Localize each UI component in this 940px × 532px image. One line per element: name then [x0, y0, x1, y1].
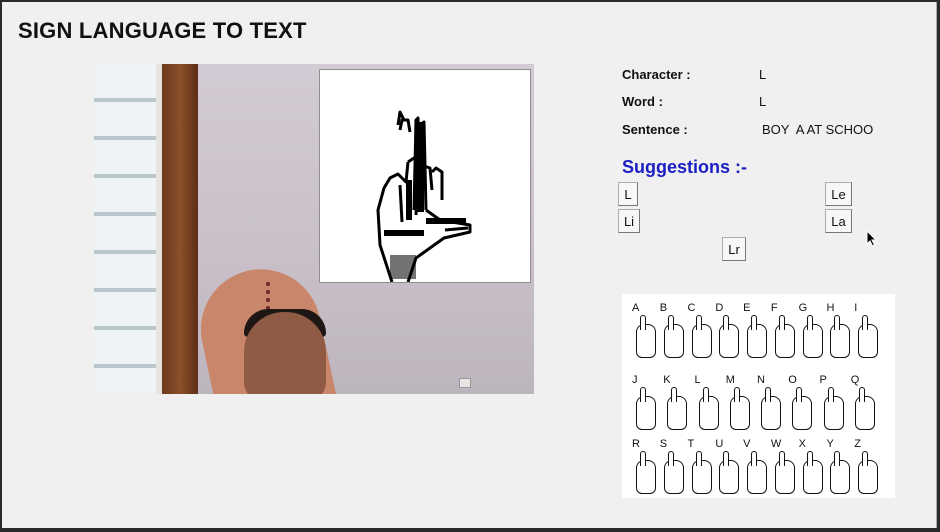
asl-hand-d-icon — [719, 315, 740, 358]
asl-letter-i: I — [854, 302, 858, 314]
asl-alphabet-chart: A B C D E F G H I J K L M N O P Q R S T U V W X Y Z — [622, 294, 895, 498]
asl-hand-w-icon — [774, 451, 795, 494]
camera-person-head — [244, 312, 326, 394]
suggestion-button-3[interactable]: Li — [618, 209, 640, 233]
sentence-label: Sentence : — [622, 122, 688, 137]
asl-hand-v-icon — [747, 451, 768, 494]
word-value: L — [759, 94, 767, 109]
asl-letter-j: J — [632, 374, 638, 386]
asl-letter-n: N — [757, 374, 765, 386]
asl-letter-x: X — [798, 438, 806, 450]
asl-letter-l: L — [694, 374, 701, 386]
asl-letter-h: H — [826, 302, 835, 314]
asl-hand-c-icon — [691, 315, 712, 358]
asl-hand-k-icon — [667, 387, 688, 430]
asl-letter-a: A — [632, 302, 640, 314]
asl-letter-k: K — [663, 374, 671, 386]
asl-letter-y: Y — [826, 438, 834, 450]
asl-letter-g: G — [798, 302, 808, 314]
asl-hand-o-icon — [792, 387, 813, 430]
asl-letter-b: B — [659, 302, 668, 314]
asl-hand-h-icon — [830, 315, 851, 358]
asl-hand-y-icon — [830, 451, 851, 494]
asl-hand-s-icon — [663, 451, 684, 494]
camera-window-scene — [94, 64, 162, 394]
camera-door-frame — [162, 64, 198, 394]
camera-feed — [94, 64, 534, 394]
suggestions-title: Suggestions :- — [622, 157, 747, 177]
asl-letter-q: Q — [850, 374, 860, 386]
asl-hand-b-icon — [663, 315, 684, 358]
asl-hand-q-icon — [854, 387, 875, 430]
asl-hand-p-icon — [823, 387, 844, 430]
app-window: SIGN LANGUAGE TO TEXT Character: L Word… — [2, 2, 937, 528]
asl-letter-w: W — [770, 438, 782, 450]
asl-letter-s: S — [659, 438, 668, 450]
asl-hand-n-icon — [761, 387, 781, 430]
asl-hand-i-icon — [858, 315, 879, 358]
asl-hand-r-icon — [636, 451, 656, 494]
asl-hand-j-icon — [636, 387, 656, 430]
asl-letter-v: V — [743, 438, 751, 450]
asl-letter-d: D — [715, 302, 724, 314]
suggestion-button-1[interactable]: L — [618, 182, 638, 206]
asl-hand-f-icon — [774, 315, 795, 358]
asl-hand-l-icon — [698, 387, 719, 430]
asl-letter-o: O — [788, 374, 797, 386]
asl-letter-r: R — [632, 438, 640, 450]
asl-hand-e-icon — [747, 315, 768, 358]
suggestion-button-5[interactable]: Lr — [722, 237, 746, 261]
asl-hand-u-icon — [719, 451, 740, 494]
asl-letter-f: F — [770, 302, 778, 314]
asl-letter-t: T — [687, 438, 695, 450]
asl-hand-t-icon — [691, 451, 712, 494]
hand-sign-l-icon — [376, 110, 472, 283]
asl-hand-m-icon — [729, 387, 750, 430]
word-label: Word : — [622, 94, 663, 109]
camera-outlet — [459, 378, 471, 388]
asl-hand-x-icon — [802, 451, 823, 494]
suggestion-button-2[interactable]: Le — [825, 182, 852, 206]
hand-threshold-preview — [319, 69, 531, 283]
mouse-cursor-icon — [866, 230, 878, 247]
asl-letter-p: P — [819, 374, 827, 386]
asl-hand-g-icon — [802, 315, 823, 358]
app-title: SIGN LANGUAGE TO TEXT — [18, 18, 307, 43]
sentence-value: BOY A AT SCHOO — [762, 122, 874, 137]
suggestion-button-4[interactable]: La — [825, 209, 852, 233]
asl-letter-m: M — [725, 374, 735, 386]
character-value: L — [759, 67, 767, 82]
asl-letter-c: C — [687, 302, 696, 314]
character-label: Character : — [622, 67, 691, 82]
asl-letter-u: U — [715, 438, 724, 450]
asl-hand-a-icon — [636, 315, 656, 358]
asl-letter-z: Z — [854, 438, 861, 450]
asl-letter-e: E — [743, 302, 751, 314]
asl-hand-z-icon — [858, 451, 879, 494]
